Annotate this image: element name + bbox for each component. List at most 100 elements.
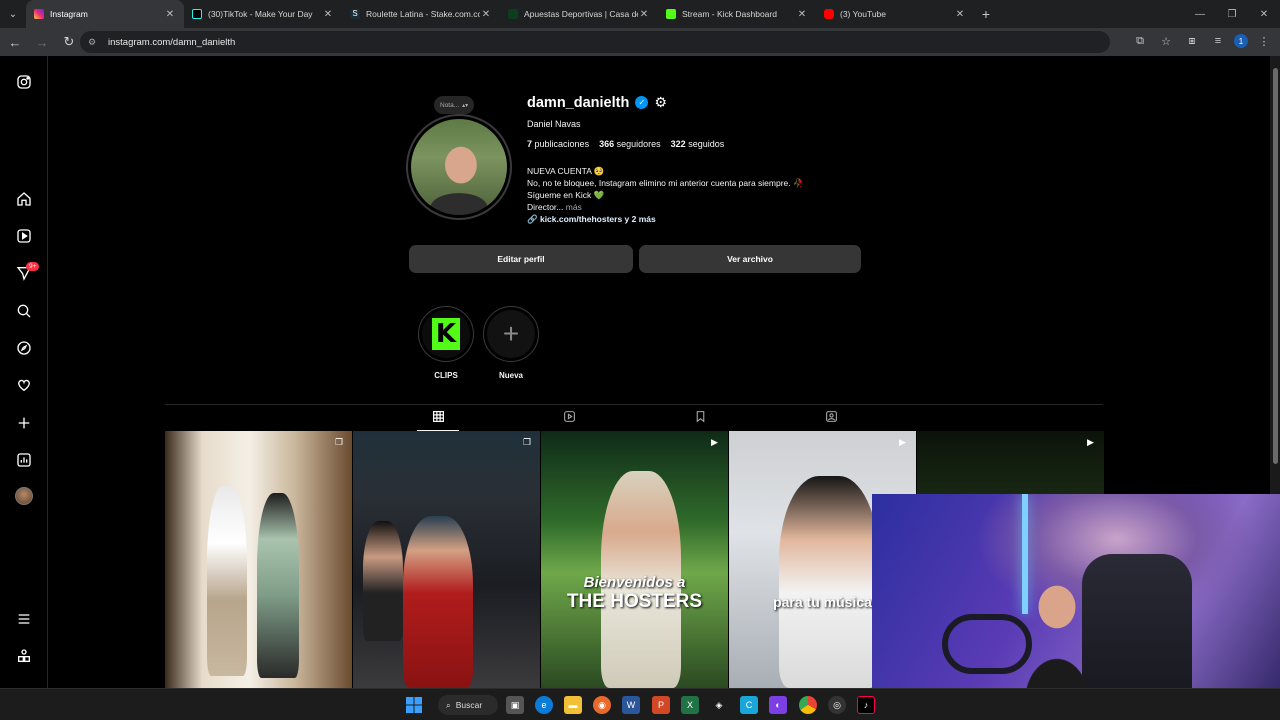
edit-profile-button[interactable]: Editar perfil: [409, 245, 633, 273]
capcut-icon[interactable]: C: [740, 696, 758, 714]
settings-gear-icon[interactable]: ⚙: [654, 94, 667, 111]
close-window-icon[interactable]: ✕: [1248, 0, 1280, 28]
carousel-icon: ❐: [335, 437, 344, 447]
highlight-label: Nueva: [498, 371, 523, 380]
tiktok-app-icon[interactable]: ♪: [857, 696, 875, 714]
home-icon[interactable]: [14, 189, 34, 209]
carousel-icon: ❐: [523, 437, 532, 447]
bookmark-star-icon[interactable]: ☆: [1156, 31, 1176, 51]
vpn-icon[interactable]: ◈: [710, 696, 728, 714]
messages-badge: 9+: [26, 262, 40, 271]
tab-instagram[interactable]: Instagram ✕: [26, 0, 184, 28]
note-text: Nota...: [440, 101, 460, 109]
tab-tagged-icon[interactable]: [823, 408, 839, 424]
instagram-logo-icon[interactable]: [14, 72, 34, 92]
bio: NUEVA CUENTA 🥺 No, no te bloquee, Instag…: [527, 165, 804, 213]
tab-label: (30)TikTok - Make Your Day: [208, 9, 313, 19]
create-plus-icon[interactable]: [14, 413, 34, 433]
address-bar[interactable]: ⚙ instagram.com/damn_danielth: [80, 31, 1110, 53]
file-explorer-icon[interactable]: ▬: [564, 696, 582, 714]
tab-search-chevron-icon[interactable]: ⌄: [0, 0, 26, 28]
posts-label: publicaciones: [534, 139, 590, 149]
browser-tabstrip: ⌄ Instagram ✕ (30)TikTok - Make Your Day…: [0, 0, 1280, 28]
following-stat[interactable]: 322 seguidos: [671, 139, 725, 149]
explore-compass-icon[interactable]: [14, 338, 34, 358]
highlight-clips[interactable]: K CLIPS: [418, 306, 474, 380]
tab-close-icon[interactable]: ✕: [480, 9, 492, 20]
word-icon[interactable]: W: [622, 696, 640, 714]
tab-saved-bookmark-icon[interactable]: [692, 408, 708, 424]
followers-stat[interactable]: 366 seguidores: [599, 139, 661, 149]
tab-label: Stream - Kick Dashboard: [682, 9, 777, 19]
tab-stake[interactable]: S Roulette Latina - Stake.com.co ✕: [342, 0, 500, 28]
post-tile[interactable]: Bienvenidos a THE HOSTERS ▶: [541, 431, 728, 688]
profile-avatar-icon[interactable]: 1: [1234, 34, 1248, 48]
back-icon[interactable]: ←: [3, 30, 27, 54]
tab-youtube[interactable]: (3) YouTube ✕: [816, 0, 974, 28]
reload-icon[interactable]: ↻: [57, 30, 81, 54]
notifications-heart-icon[interactable]: [14, 375, 34, 395]
extensions-icon[interactable]: ⧆: [1182, 31, 1202, 51]
maximize-icon[interactable]: ❐: [1216, 0, 1248, 28]
forward-icon[interactable]: →: [30, 30, 54, 54]
tab-posts-grid-icon[interactable]: [430, 408, 446, 424]
username-row: damn_danielth ✓ ⚙: [527, 94, 667, 111]
also-from-meta-icon[interactable]: [14, 646, 34, 666]
media-controls-icon[interactable]: ≡: [1208, 31, 1228, 51]
taskbar-search[interactable]: ⌕ Buscar: [438, 695, 498, 715]
reel-icon: ▶: [899, 437, 906, 447]
highlight-cover: +: [487, 310, 535, 358]
obs-icon[interactable]: ◎: [828, 696, 846, 714]
chrome-icon[interactable]: [799, 696, 817, 714]
excel-icon[interactable]: X: [681, 696, 699, 714]
game-controller-icon[interactable]: ◐: [769, 696, 787, 714]
tab-tiktok[interactable]: (30)TikTok - Make Your Day ✕: [184, 0, 342, 28]
site-info-icon[interactable]: ⚙: [88, 36, 100, 48]
post-tile[interactable]: ❐: [353, 431, 540, 688]
profile-avatar[interactable]: [15, 487, 33, 505]
highlight-new[interactable]: + Nueva: [483, 306, 539, 380]
task-view-icon[interactable]: ▣: [506, 696, 524, 714]
minimize-icon[interactable]: —: [1184, 0, 1216, 28]
posts-count: 7: [527, 139, 533, 149]
reels-icon[interactable]: [14, 226, 34, 246]
post-tile[interactable]: ❐: [165, 431, 352, 688]
webcam-bike: [942, 614, 1032, 674]
tab-label: Apuestas Deportivas | Casa de: [524, 9, 638, 19]
tab-close-icon[interactable]: ✕: [322, 9, 334, 20]
instagram-favicon-icon: [34, 9, 44, 19]
edge-browser-icon[interactable]: e: [535, 696, 553, 714]
view-archive-button[interactable]: Ver archivo: [639, 245, 861, 273]
kick-logo-icon: K: [432, 318, 460, 350]
install-app-icon[interactable]: ⧉: [1130, 31, 1150, 51]
scrollbar-thumb[interactable]: [1273, 68, 1278, 464]
full-name: Daniel Navas: [527, 119, 581, 129]
bio-link[interactable]: 🔗 kick.com/thehosters y 2 más: [527, 214, 656, 225]
apuestas-favicon-icon: [508, 9, 518, 19]
windows-start-icon[interactable]: [405, 696, 423, 714]
tab-reels-icon[interactable]: [561, 408, 577, 424]
post-caption-line: THE HOSTERS: [566, 591, 703, 612]
dashboard-chart-icon[interactable]: [14, 450, 34, 470]
new-tab-button[interactable]: +: [974, 6, 998, 22]
more-menu-icon[interactable]: [14, 609, 34, 629]
bio-link-text: kick.com/thehosters y 2 más: [539, 214, 656, 224]
powerpoint-icon[interactable]: P: [652, 696, 670, 714]
tab-close-icon[interactable]: ✕: [954, 9, 966, 20]
search-icon[interactable]: [14, 301, 34, 321]
profile-picture[interactable]: [406, 114, 512, 220]
tab-kick[interactable]: Stream - Kick Dashboard ✕: [658, 0, 816, 28]
firefox-icon[interactable]: ◉: [593, 696, 611, 714]
post-caption-line: Bienvenidos a: [583, 574, 686, 591]
tab-close-icon[interactable]: ✕: [164, 9, 176, 20]
tab-close-icon[interactable]: ✕: [638, 9, 650, 20]
search-icon: ⌕: [446, 699, 451, 710]
bio-more-link[interactable]: más: [563, 202, 582, 212]
tab-close-icon[interactable]: ✕: [796, 9, 808, 20]
stake-favicon-icon: S: [350, 9, 360, 19]
note-bubble[interactable]: Nota... ▴▾: [434, 96, 475, 114]
bio-line: No, no te bloquee, Instagram elimino mi …: [527, 178, 804, 188]
browser-menu-icon[interactable]: ⋮: [1254, 31, 1274, 51]
post-figure: [779, 476, 879, 688]
tab-apuestas[interactable]: Apuestas Deportivas | Casa de ✕: [500, 0, 658, 28]
